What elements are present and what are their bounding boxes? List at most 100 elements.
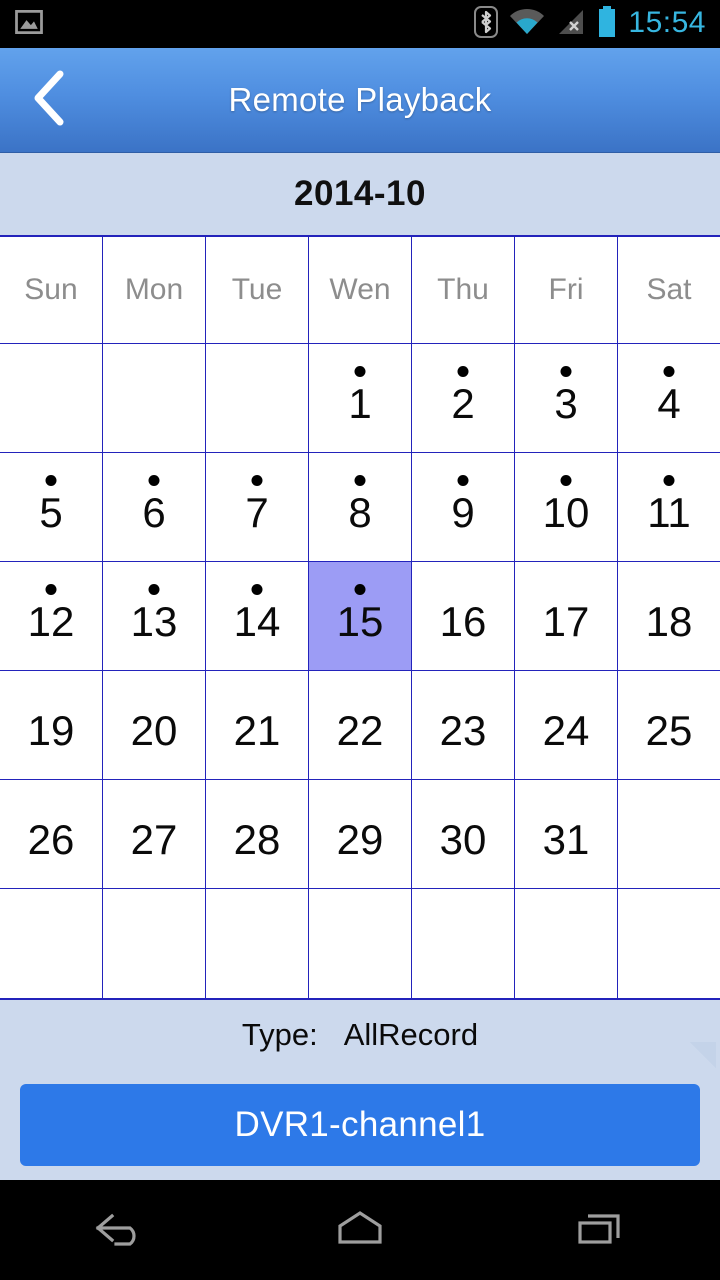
weekday-header-fri: Fri	[515, 237, 618, 344]
calendar-day-18[interactable]: 18	[618, 562, 720, 671]
calendar-day-empty	[309, 889, 412, 998]
calendar-day-number: 26	[27, 816, 75, 863]
calendar-day-7[interactable]: 7	[206, 453, 309, 562]
calendar-day-5[interactable]: 5	[0, 453, 103, 562]
calendar-day-number: 31	[542, 816, 590, 863]
calendar-day-12[interactable]: 12	[0, 562, 103, 671]
calendar-day-8[interactable]: 8	[309, 453, 412, 562]
calendar-day-14[interactable]: 14	[206, 562, 309, 671]
calendar-grid[interactable]: Sun Mon Tue Wen Thu Fri Sat 1 2 3 4 5 6 7 8 9 10 11 12 13 14…	[0, 235, 720, 1000]
calendar-day-20[interactable]: 20	[103, 671, 206, 780]
calendar-day-empty	[412, 889, 515, 998]
calendar-day-4[interactable]: 4	[618, 344, 720, 453]
calendar-day-number: 12	[27, 598, 75, 645]
calendar-day-10[interactable]: 10	[515, 453, 618, 562]
weekday-header-sun: Sun	[0, 237, 103, 344]
battery-icon	[597, 5, 617, 43]
nav-back-button[interactable]	[0, 1180, 240, 1280]
android-nav-bar	[0, 1180, 720, 1280]
calendar-day-21[interactable]: 21	[206, 671, 309, 780]
calendar-day-16[interactable]: 16	[412, 562, 515, 671]
page-title: Remote Playback	[228, 81, 492, 118]
calendar-week-row: 19 20 21 22 23 24 25	[0, 671, 720, 780]
calendar-day-empty	[206, 344, 309, 453]
calendar-day-number: 28	[233, 816, 281, 863]
calendar-day-number: 20	[130, 707, 178, 754]
calendar-week-row	[0, 889, 720, 998]
record-available-dot-icon	[251, 584, 263, 595]
calendar-day-empty	[103, 889, 206, 998]
cellular-no-signal-icon	[556, 8, 586, 41]
calendar-day-number: 21	[233, 707, 281, 754]
record-available-dot-icon	[148, 475, 160, 486]
nav-home-icon	[330, 1204, 390, 1257]
calendar-day-27[interactable]: 27	[103, 780, 206, 889]
calendar-day-30[interactable]: 30	[412, 780, 515, 889]
channel-button-container: DVR1-channel1	[0, 1084, 720, 1180]
calendar-day-number: 4	[657, 380, 681, 427]
calendar-day-24[interactable]: 24	[515, 671, 618, 780]
wifi-icon	[509, 8, 545, 41]
image-icon	[14, 7, 44, 42]
record-available-dot-icon	[354, 366, 366, 377]
calendar-week-row: 26 27 28 29 30 31	[0, 780, 720, 889]
calendar-day-28[interactable]: 28	[206, 780, 309, 889]
calendar-day-number: 9	[451, 489, 475, 536]
status-bar: 15:54	[0, 0, 720, 48]
record-available-dot-icon	[45, 475, 57, 486]
calendar-day-6[interactable]: 6	[103, 453, 206, 562]
calendar-day-number: 7	[245, 489, 269, 536]
status-bar-notifications	[14, 7, 44, 42]
calendar-day-25[interactable]: 25	[618, 671, 720, 780]
calendar-day-number: 1	[348, 380, 372, 427]
calendar-day-number: 15	[336, 598, 384, 645]
calendar-day-19[interactable]: 19	[0, 671, 103, 780]
record-type-row: Type: AllRecord	[0, 1000, 720, 1070]
calendar-day-number: 17	[542, 598, 590, 645]
weekday-header-wen: Wen	[309, 237, 412, 344]
calendar-day-1[interactable]: 1	[309, 344, 412, 453]
nav-recents-button[interactable]	[480, 1180, 720, 1280]
calendar-day-9[interactable]: 9	[412, 453, 515, 562]
month-header: 2014-10	[0, 153, 720, 235]
calendar-day-number: 6	[142, 489, 166, 536]
record-type-value[interactable]: AllRecord	[344, 1017, 478, 1053]
calendar-day-26[interactable]: 26	[0, 780, 103, 889]
calendar-day-number: 22	[336, 707, 384, 754]
record-available-dot-icon	[457, 366, 469, 377]
resize-handle-icon	[690, 1042, 716, 1068]
calendar-day-31[interactable]: 31	[515, 780, 618, 889]
calendar-day-number: 16	[439, 598, 487, 645]
calendar-day-empty	[0, 889, 103, 998]
calendar-day-23[interactable]: 23	[412, 671, 515, 780]
calendar-day-number: 23	[439, 707, 487, 754]
calendar-weekday-header-row: Sun Mon Tue Wen Thu Fri Sat	[0, 237, 720, 344]
calendar-day-number: 10	[542, 489, 590, 536]
calendar-day-number: 14	[233, 598, 281, 645]
nav-home-button[interactable]	[240, 1180, 480, 1280]
record-available-dot-icon	[560, 366, 572, 377]
calendar-day-17[interactable]: 17	[515, 562, 618, 671]
month-label: 2014-10	[294, 174, 426, 213]
nav-recents-icon	[570, 1204, 630, 1257]
status-bar-clock: 15:54	[628, 6, 706, 39]
calendar-day-29[interactable]: 29	[309, 780, 412, 889]
weekday-header-thu: Thu	[412, 237, 515, 344]
record-available-dot-icon	[457, 475, 469, 486]
calendar-day-15[interactable]: 15	[309, 562, 412, 671]
weekday-header-tue: Tue	[206, 237, 309, 344]
calendar-day-13[interactable]: 13	[103, 562, 206, 671]
calendar-day-number: 3	[554, 380, 578, 427]
record-available-dot-icon	[663, 366, 675, 377]
channel-button[interactable]: DVR1-channel1	[20, 1084, 700, 1166]
calendar-day-number: 25	[645, 707, 693, 754]
calendar-day-number: 29	[336, 816, 384, 863]
calendar-day-empty	[618, 889, 720, 998]
status-bar-system-icons: 15:54	[474, 5, 706, 43]
calendar-day-3[interactable]: 3	[515, 344, 618, 453]
calendar-day-2[interactable]: 2	[412, 344, 515, 453]
calendar-day-number: 18	[645, 598, 693, 645]
calendar-day-22[interactable]: 22	[309, 671, 412, 780]
calendar-day-number: 13	[130, 598, 178, 645]
calendar-day-11[interactable]: 11	[618, 453, 720, 562]
